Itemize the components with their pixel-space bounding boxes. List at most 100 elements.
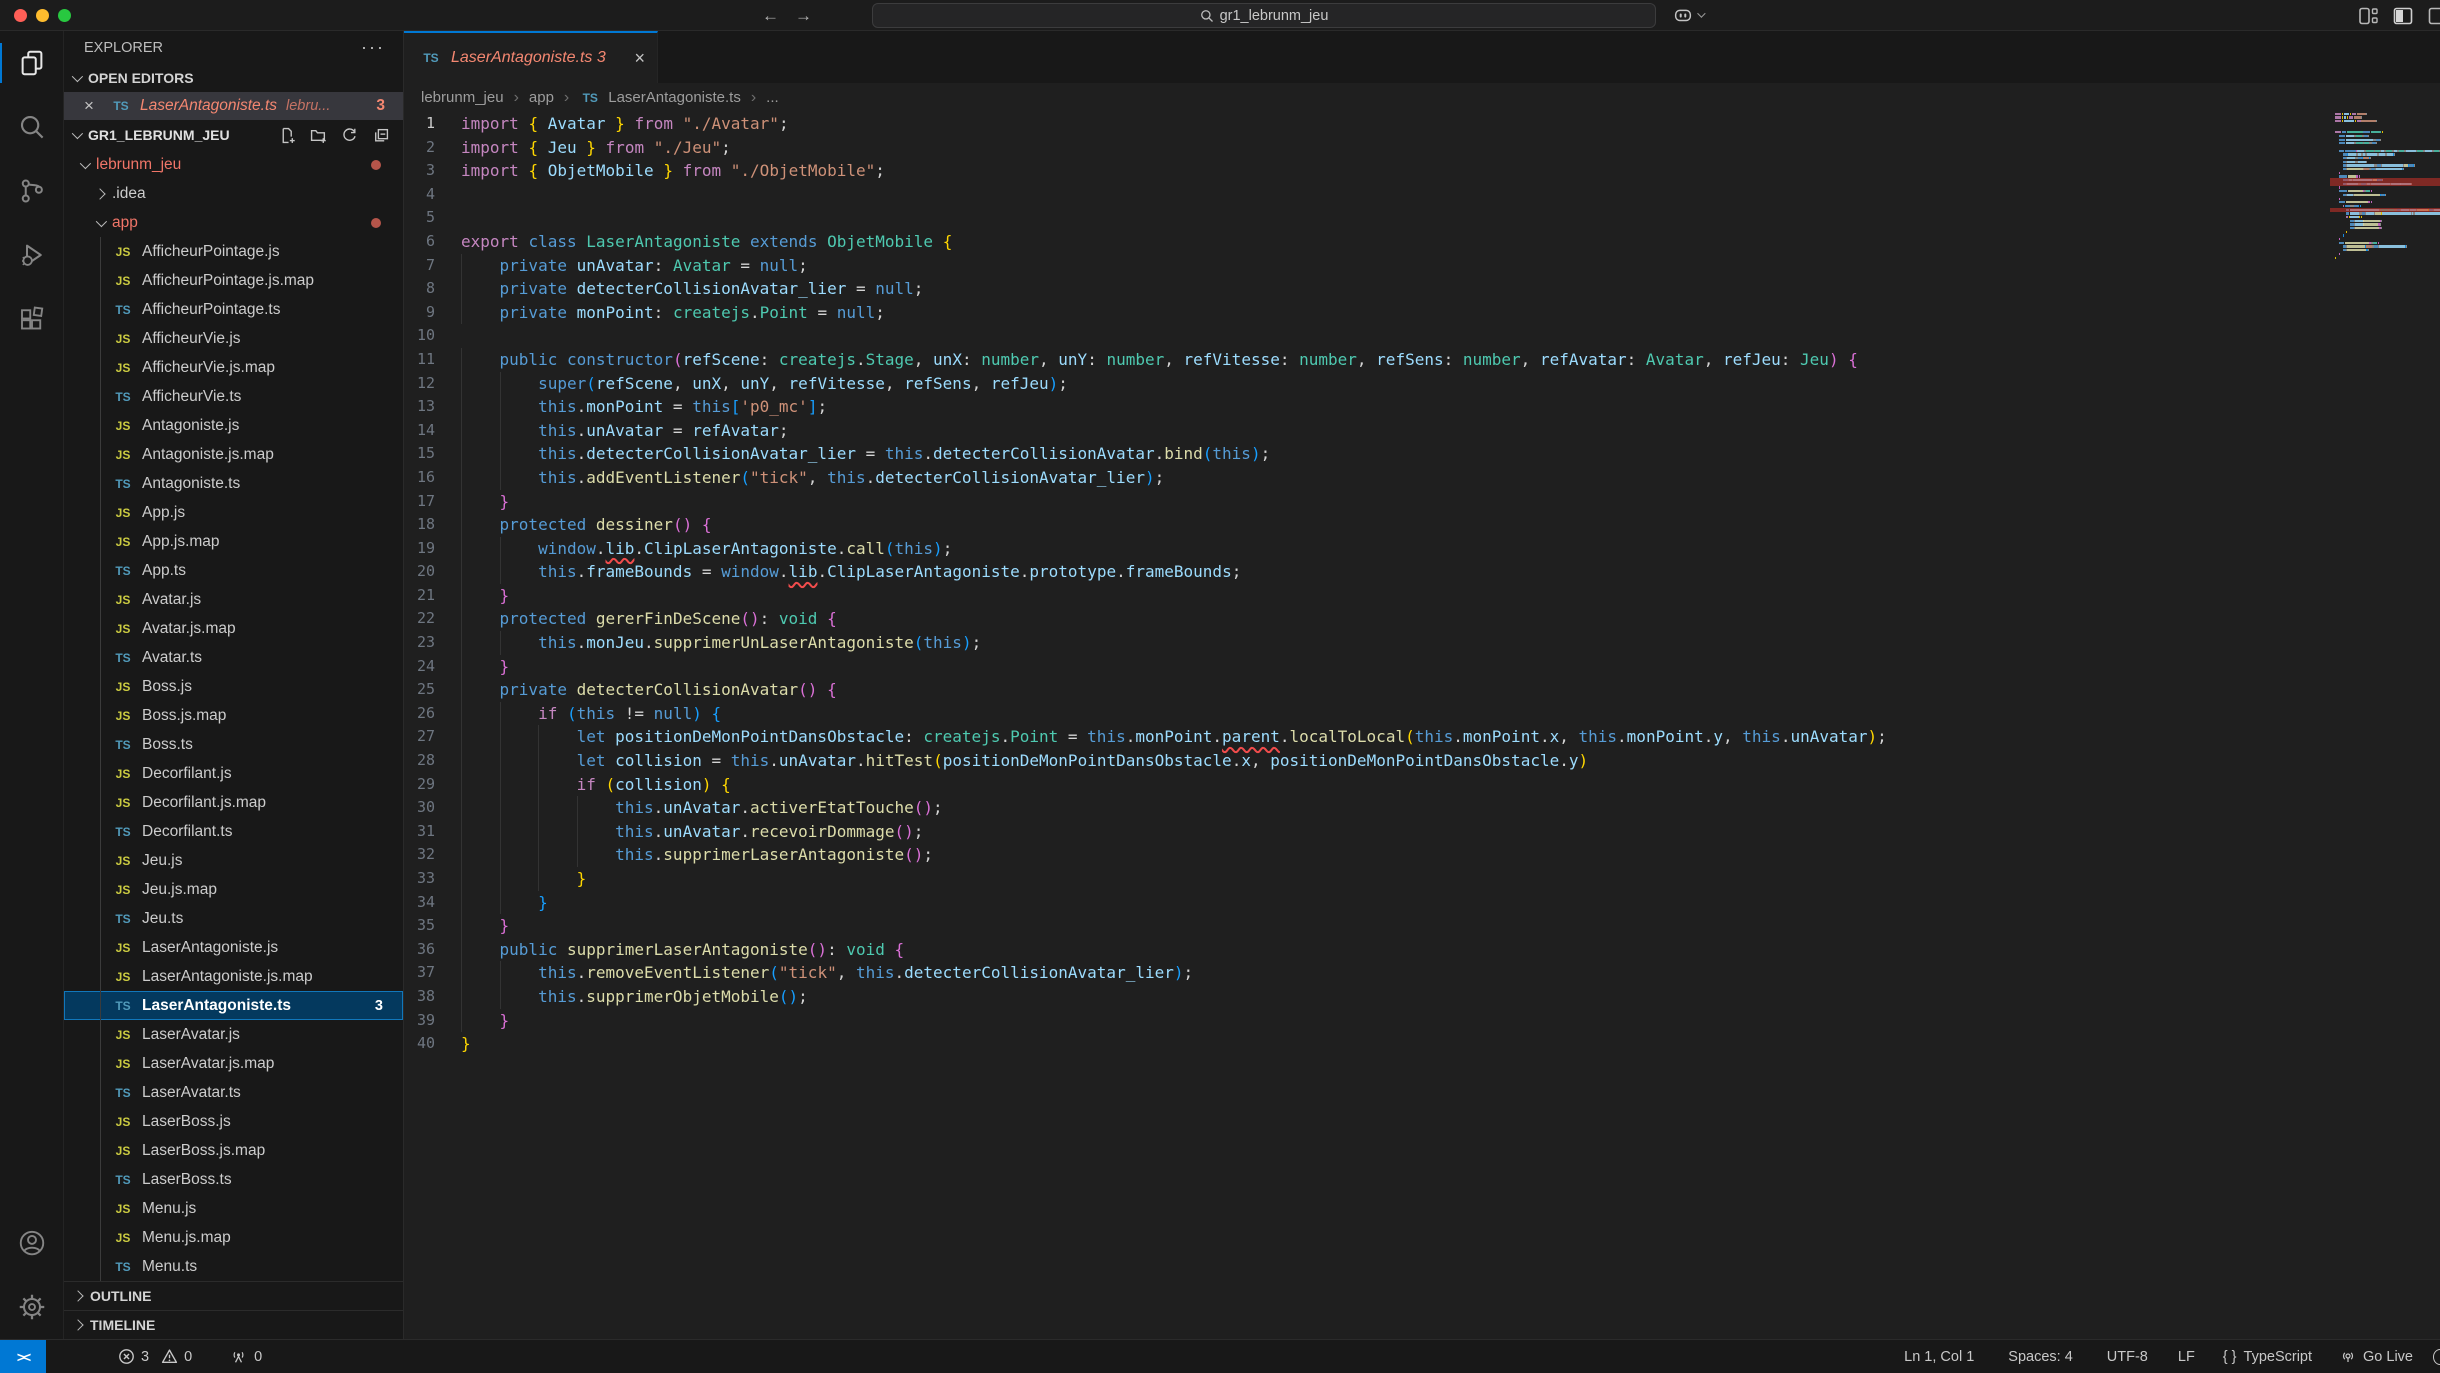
language-mode[interactable]: { } TypeScript (2213, 1349, 2322, 1365)
tree-folder-.idea[interactable]: .idea (64, 179, 403, 208)
problems-status[interactable]: 3 0 (108, 1340, 202, 1373)
tree-file-Menu.ts[interactable]: TSMenu.ts (64, 1252, 403, 1281)
forward-icon[interactable]: → (795, 2, 812, 29)
tree-file-App.ts[interactable]: TSApp.ts (64, 556, 403, 585)
code-line-7[interactable]: 7private unAvatar: Avatar = null; (404, 254, 2330, 278)
tree-file-AfficheurPointage.js.map[interactable]: JSAfficheurPointage.js.map (64, 266, 403, 295)
tree-file-AfficheurPointage.ts[interactable]: TSAfficheurPointage.ts (64, 295, 403, 324)
code-line-14[interactable]: 14this.unAvatar = refAvatar; (404, 419, 2330, 443)
tree-file-Antagoniste.js[interactable]: JSAntagoniste.js (64, 411, 403, 440)
new-file-button[interactable] (279, 127, 296, 144)
code-line-16[interactable]: 16this.addEventListener("tick", this.det… (404, 466, 2330, 490)
remote-indicator[interactable]: >< (0, 1340, 46, 1373)
tree-file-LaserAntagoniste.js.map[interactable]: JSLaserAntagoniste.js.map (64, 962, 403, 991)
code-line-10[interactable]: 10 (404, 324, 2330, 348)
tree-file-Antagoniste.js.map[interactable]: JSAntagoniste.js.map (64, 440, 403, 469)
tree-file-Decorfilant.js.map[interactable]: JSDecorfilant.js.map (64, 788, 403, 817)
code-line-3[interactable]: 3import { ObjetMobile } from "./ObjetMob… (404, 159, 2330, 183)
activity-run-debug[interactable] (0, 223, 64, 287)
toggle-sidebar-button[interactable] (2390, 3, 2415, 28)
code-line-2[interactable]: 2import { Jeu } from "./Jeu"; (404, 136, 2330, 160)
code-line-34[interactable]: 34} (404, 891, 2330, 915)
tree-file-Jeu.js[interactable]: JSJeu.js (64, 846, 403, 875)
tree-file-Jeu.ts[interactable]: TSJeu.ts (64, 904, 403, 933)
tree-file-LaserAvatar.js[interactable]: JSLaserAvatar.js (64, 1020, 403, 1049)
clipped-status-item[interactable] (2423, 1349, 2440, 1365)
code-line-22[interactable]: 22protected gererFinDeScene(): void { (404, 607, 2330, 631)
indentation-status[interactable]: Spaces: 4 (1998, 1349, 2083, 1365)
ports-status[interactable]: 0 (220, 1340, 272, 1373)
code-line-24[interactable]: 24} (404, 655, 2330, 679)
breadcrumb-item[interactable]: app (529, 89, 554, 106)
code-line-4[interactable]: 4 (404, 183, 2330, 207)
code-line-15[interactable]: 15this.detecterCollisionAvatar_lier = th… (404, 442, 2330, 466)
tree-file-AfficheurVie.js.map[interactable]: JSAfficheurVie.js.map (64, 353, 403, 382)
code-line-9[interactable]: 9private monPoint: createjs.Point = null… (404, 301, 2330, 325)
tree-file-Avatar.js.map[interactable]: JSAvatar.js.map (64, 614, 403, 643)
code-line-5[interactable]: 5 (404, 206, 2330, 230)
collapse-all-button[interactable] (372, 127, 389, 144)
code-line-36[interactable]: 36public supprimerLaserAntagoniste(): vo… (404, 938, 2330, 962)
code-line-20[interactable]: 20this.frameBounds = window.lib.ClipLase… (404, 560, 2330, 584)
code-line-31[interactable]: 31this.unAvatar.recevoirDommage(); (404, 820, 2330, 844)
tree-folder-lebrunm_jeu[interactable]: lebrunm_jeu (64, 150, 403, 179)
tree-file-Avatar.ts[interactable]: TSAvatar.ts (64, 643, 403, 672)
activity-search[interactable] (0, 95, 64, 159)
toggle-panel-button[interactable] (2425, 3, 2440, 28)
timeline-section-header[interactable]: TIMELINE (64, 1310, 403, 1339)
code-line-27[interactable]: 27let positionDeMonPointDansObstacle: cr… (404, 725, 2330, 749)
tab-laserantagoniste[interactable]: TS LaserAntagoniste.ts 3 × (404, 31, 658, 83)
tree-file-LaserAntagoniste.ts[interactable]: TSLaserAntagoniste.ts3 (64, 991, 403, 1020)
code-line-6[interactable]: 6export class LaserAntagoniste extends O… (404, 230, 2330, 254)
go-live-button[interactable]: Go Live (2330, 1349, 2423, 1365)
customize-layout-button[interactable] (2355, 3, 2380, 28)
eol-status[interactable]: LF (2168, 1349, 2205, 1365)
code-line-29[interactable]: 29if (collision) { (404, 773, 2330, 797)
tree-file-LaserBoss.ts[interactable]: TSLaserBoss.ts (64, 1165, 403, 1194)
tree-file-LaserAvatar.js.map[interactable]: JSLaserAvatar.js.map (64, 1049, 403, 1078)
code-line-1[interactable]: 1import { Avatar } from "./Avatar"; (404, 112, 2330, 136)
code-line-18[interactable]: 18protected dessiner() { (404, 513, 2330, 537)
code-line-38[interactable]: 38this.supprimerObjetMobile(); (404, 985, 2330, 1009)
tree-file-Menu.js[interactable]: JSMenu.js (64, 1194, 403, 1223)
code-line-21[interactable]: 21} (404, 584, 2330, 608)
breadcrumb-item[interactable]: TSLaserAntagoniste.ts (579, 89, 741, 106)
tree-file-Decorfilant.ts[interactable]: TSDecorfilant.ts (64, 817, 403, 846)
tree-file-App.js[interactable]: JSApp.js (64, 498, 403, 527)
code-line-30[interactable]: 30this.unAvatar.activerEtatTouche(); (404, 796, 2330, 820)
breadcrumb-item[interactable]: ... (766, 89, 779, 106)
tree-file-App.js.map[interactable]: JSApp.js.map (64, 527, 403, 556)
tree-file-AfficheurPointage.js[interactable]: JSAfficheurPointage.js (64, 237, 403, 266)
code-line-28[interactable]: 28let collision = this.unAvatar.hitTest(… (404, 749, 2330, 773)
refresh-button[interactable] (341, 127, 358, 144)
tree-file-LaserBoss.js[interactable]: JSLaserBoss.js (64, 1107, 403, 1136)
back-icon[interactable]: ← (762, 2, 779, 29)
tree-file-LaserBoss.js.map[interactable]: JSLaserBoss.js.map (64, 1136, 403, 1165)
close-icon[interactable]: × (84, 96, 110, 116)
activity-source-control[interactable] (0, 159, 64, 223)
tree-file-Boss.ts[interactable]: TSBoss.ts (64, 730, 403, 759)
minimap[interactable] (2330, 112, 2440, 1339)
code-line-37[interactable]: 37this.removeEventListener("tick", this.… (404, 961, 2330, 985)
activity-explorer[interactable] (0, 31, 64, 95)
outline-section-header[interactable]: OUTLINE (64, 1281, 403, 1310)
tree-file-Boss.js.map[interactable]: JSBoss.js.map (64, 701, 403, 730)
tree-file-Boss.js[interactable]: JSBoss.js (64, 672, 403, 701)
close-window-button[interactable] (14, 9, 27, 22)
close-tab-icon[interactable]: × (634, 48, 645, 69)
tree-file-Decorfilant.js[interactable]: JSDecorfilant.js (64, 759, 403, 788)
encoding-status[interactable]: UTF-8 (2097, 1349, 2158, 1365)
tree-file-LaserAvatar.ts[interactable]: TSLaserAvatar.ts (64, 1078, 403, 1107)
code-line-33[interactable]: 33} (404, 867, 2330, 891)
code-area[interactable]: 1import { Avatar } from "./Avatar";2impo… (404, 112, 2440, 1339)
maximize-window-button[interactable] (58, 9, 71, 22)
code-line-25[interactable]: 25private detecterCollisionAvatar() { (404, 678, 2330, 702)
cursor-position[interactable]: Ln 1, Col 1 (1894, 1349, 1984, 1365)
tree-file-Antagoniste.ts[interactable]: TSAntagoniste.ts (64, 469, 403, 498)
code-line-13[interactable]: 13this.monPoint = this['p0_mc']; (404, 395, 2330, 419)
tree-file-LaserAntagoniste.js[interactable]: JSLaserAntagoniste.js (64, 933, 403, 962)
settings-button[interactable] (0, 1275, 64, 1339)
code-line-35[interactable]: 35} (404, 914, 2330, 938)
code-line-11[interactable]: 11public constructor(refScene: createjs.… (404, 348, 2330, 372)
code-line-26[interactable]: 26if (this != null) { (404, 702, 2330, 726)
